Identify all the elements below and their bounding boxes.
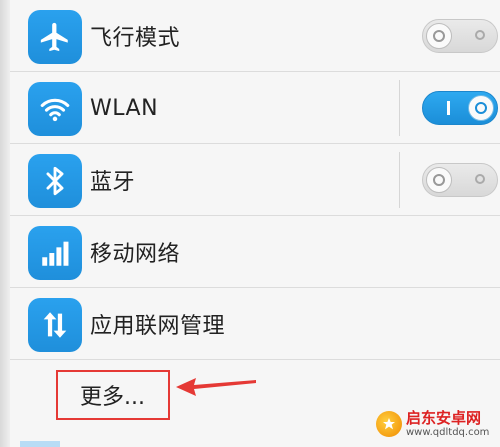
settings-row-bluetooth[interactable]: 蓝牙 (10, 144, 500, 216)
signal-bars-icon (28, 226, 82, 280)
bluetooth-label: 蓝牙 (90, 170, 136, 195)
wlan-label: WLAN (90, 95, 159, 121)
left-edge-shadow (0, 0, 10, 447)
settings-row-app-network-management[interactable]: 应用联网管理 (10, 288, 500, 360)
watermark-url: www.qdltdq.com (406, 426, 490, 438)
watermark: 启东安卓网 www.qdltdq.com (376, 401, 500, 447)
vertical-separator (399, 80, 400, 136)
bluetooth-icon (28, 154, 82, 208)
watermark-logo-icon (376, 411, 402, 437)
wlan-toggle[interactable] (422, 91, 498, 125)
watermark-title: 启东安卓网 (406, 409, 482, 428)
settings-row-wlan[interactable]: WLAN (10, 72, 500, 144)
data-arrows-icon (28, 298, 82, 352)
toggle-knob (426, 23, 452, 49)
toggle-knob (426, 167, 452, 193)
bluetooth-toggle[interactable] (422, 163, 498, 197)
toggle-off-indicator (475, 30, 485, 40)
partial-item-indicator (20, 441, 60, 447)
wifi-icon (28, 82, 82, 136)
vertical-separator (399, 152, 400, 208)
row-divider (10, 359, 500, 360)
highlight-box (56, 370, 170, 420)
settings-screen: 飞行模式 WLAN 蓝牙 移动网络 应用联网管理 更多... 启东安卓网 www… (0, 0, 500, 447)
airplane-icon (28, 10, 82, 64)
toggle-on-indicator (447, 101, 450, 115)
airplane-mode-label: 飞行模式 (90, 26, 181, 51)
toggle-knob (468, 95, 494, 121)
airplane-mode-toggle[interactable] (422, 19, 498, 53)
mobile-network-label: 移动网络 (90, 242, 181, 267)
toggle-off-indicator (475, 174, 485, 184)
app-network-management-label: 应用联网管理 (90, 314, 226, 339)
settings-row-mobile-network[interactable]: 移动网络 (10, 216, 500, 288)
settings-row-airplane-mode[interactable]: 飞行模式 (10, 0, 500, 72)
annotation-arrow-icon (176, 378, 256, 396)
